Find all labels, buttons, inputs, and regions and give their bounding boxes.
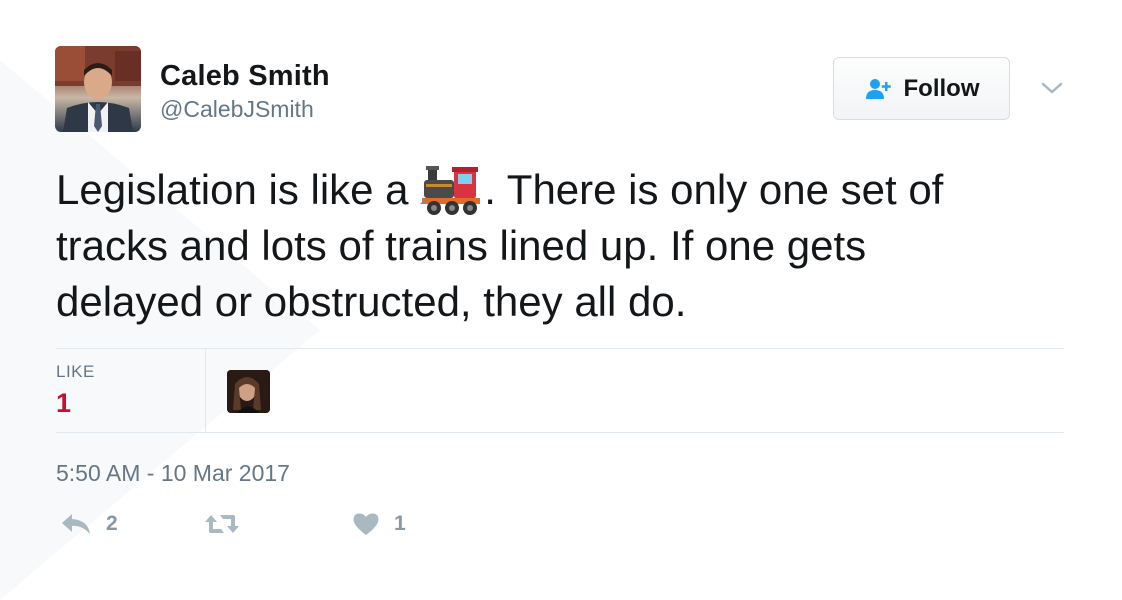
like-button[interactable]: 1 — [352, 512, 406, 536]
like-stat-count[interactable]: 1 — [56, 388, 71, 419]
locomotive-emoji-icon — [420, 164, 484, 218]
divider — [56, 348, 1064, 349]
reply-button[interactable]: 2 — [60, 512, 118, 536]
follow-label: Follow — [903, 74, 980, 102]
chevron-down-icon[interactable] — [1040, 78, 1064, 98]
retweet-button[interactable] — [204, 512, 240, 536]
reply-count: 2 — [106, 512, 118, 535]
reply-icon — [62, 514, 90, 534]
follow-button[interactable]: Follow — [833, 57, 1010, 120]
tweet-timestamp[interactable]: 5:50 AM - 10 Mar 2017 — [56, 460, 290, 487]
tweet-line-1: Legislation is like a . There is only on… — [56, 162, 1066, 218]
heart-icon — [353, 513, 379, 535]
liker-avatar[interactable] — [227, 370, 270, 413]
tweet-line-2: tracks and lots of trains lined up. If o… — [56, 222, 867, 269]
user-avatar[interactable] — [55, 46, 141, 132]
like-stat-label[interactable]: LIKE — [56, 362, 95, 382]
tweet-card: Caleb Smith @CalebJSmith Follow Legislat… — [0, 0, 1122, 598]
user-name[interactable]: Caleb Smith — [160, 60, 330, 93]
tweet-line-3: delayed or obstructed, they all do. — [56, 278, 687, 325]
user-handle[interactable]: @CalebJSmith — [160, 96, 314, 123]
tweet-text: Legislation is like a . There is only on… — [56, 162, 1066, 330]
like-count: 1 — [394, 512, 406, 535]
follow-icon — [865, 78, 891, 99]
divider — [56, 432, 1064, 433]
stats-separator — [205, 349, 206, 432]
retweet-icon — [205, 515, 239, 533]
